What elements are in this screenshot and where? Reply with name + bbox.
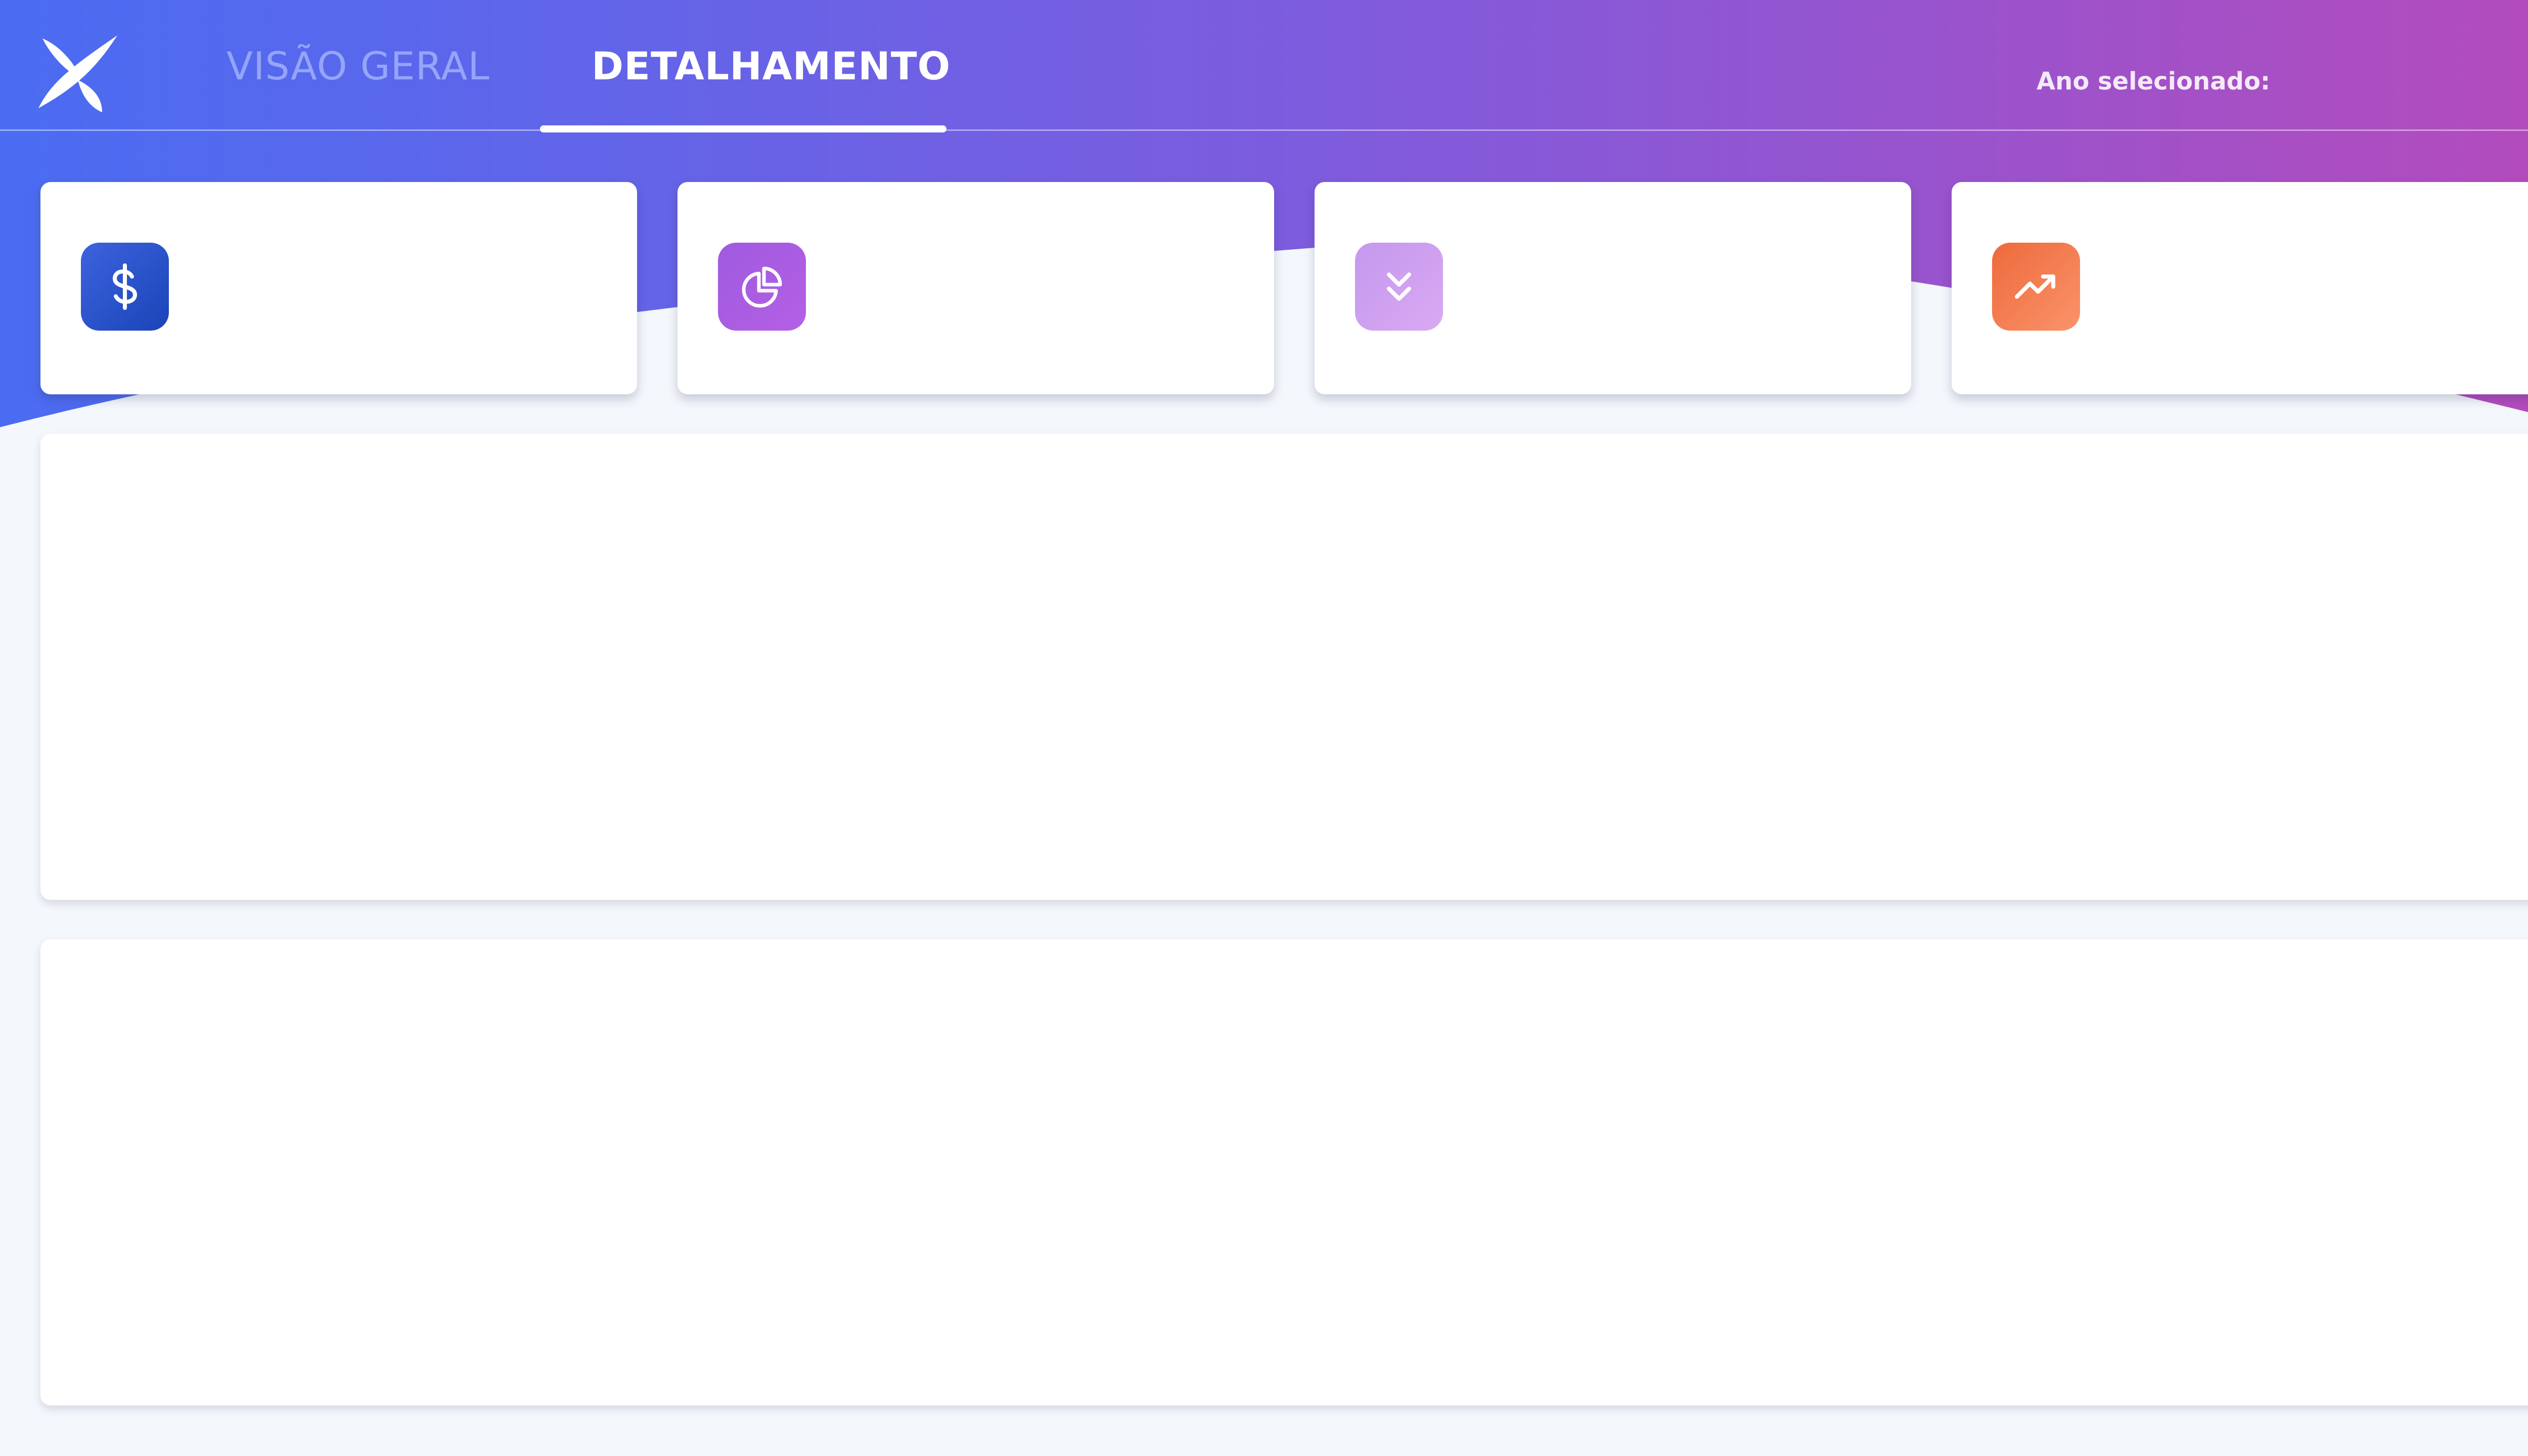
- header-divider: [0, 129, 2528, 131]
- tab-detalhamento[interactable]: DETALHAMENTO: [592, 43, 951, 89]
- bottom-panel: [40, 939, 2528, 1405]
- trending-up-icon[interactable]: [1992, 243, 2080, 331]
- pie-chart-icon[interactable]: [718, 243, 806, 331]
- brand-logo[interactable]: [31, 31, 122, 117]
- kpi-card-share: [678, 182, 1274, 394]
- chevrons-down-icon[interactable]: [1355, 243, 1443, 331]
- tab-visao-geral[interactable]: VISÃO GERAL: [227, 43, 490, 89]
- dollar-icon[interactable]: [81, 243, 169, 331]
- top-panel: [40, 434, 2528, 900]
- dashboard-page: VISÃO GERAL DETALHAMENTO Ano selecionado…: [0, 0, 2528, 1456]
- pinwheel-logo-icon: [38, 35, 117, 112]
- year-filter-label: Ano selecionado:: [2037, 67, 2271, 96]
- kpi-card-growth: [1952, 182, 2528, 394]
- kpi-card-decrease: [1315, 182, 1911, 394]
- active-tab-indicator: [540, 125, 946, 132]
- kpi-card-revenue: [40, 182, 637, 394]
